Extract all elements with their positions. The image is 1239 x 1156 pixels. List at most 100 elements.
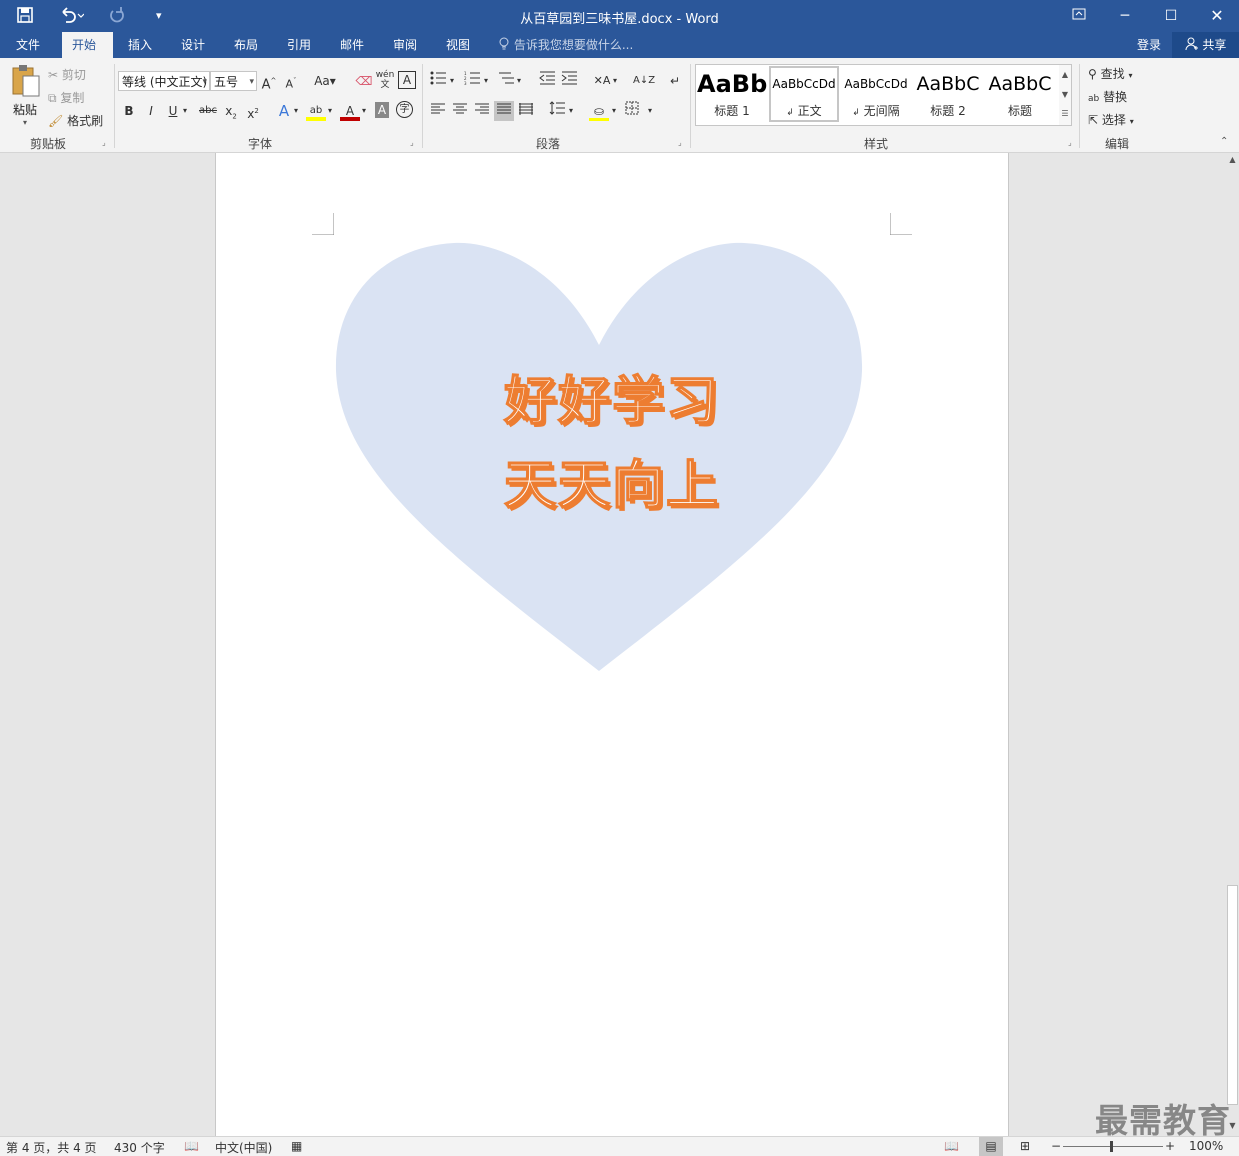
- read-mode-icon[interactable]: 📖: [944, 1139, 959, 1153]
- chevron-down-icon[interactable]: ▼: [1059, 85, 1071, 105]
- enclose-char-icon[interactable]: 字: [396, 101, 413, 118]
- tab-mailings[interactable]: 邮件: [330, 32, 374, 58]
- style-heading-1[interactable]: AaBb 标题 1: [697, 66, 767, 122]
- chevron-down-icon[interactable]: ▾: [325, 101, 335, 121]
- chevron-down-icon[interactable]: ▾: [610, 71, 620, 91]
- change-case-button[interactable]: Aa▾: [310, 71, 340, 91]
- clipboard-launcher-icon[interactable]: ⌟: [102, 138, 106, 147]
- document-page[interactable]: 好好学习 天天向上: [215, 153, 1009, 1136]
- numbering-icon[interactable]: 123: [462, 71, 482, 91]
- superscript-icon[interactable]: x2: [243, 101, 263, 121]
- strikethrough-icon[interactable]: abc: [197, 101, 219, 121]
- font-launcher-icon[interactable]: ⌟: [410, 138, 414, 147]
- grow-font-icon[interactable]: A^: [259, 71, 279, 92]
- style-normal[interactable]: AaBbCcDd ↲ 正文: [769, 66, 839, 122]
- italic-icon[interactable]: I: [141, 101, 161, 121]
- bold-icon[interactable]: B: [119, 101, 139, 121]
- zoom-out-icon[interactable]: −: [1051, 1139, 1061, 1153]
- decrease-indent-icon[interactable]: [537, 71, 557, 91]
- zoom-level[interactable]: 100%: [1189, 1139, 1223, 1153]
- tab-view[interactable]: 视图: [436, 32, 480, 58]
- collapse-ribbon-icon[interactable]: ⌃: [1220, 136, 1228, 147]
- zoom-slider-handle[interactable]: [1110, 1141, 1113, 1152]
- align-left-icon[interactable]: [428, 101, 448, 121]
- phonetic-guide-icon[interactable]: wén 文: [375, 70, 395, 90]
- chevron-down-icon[interactable]: ▾: [645, 101, 655, 121]
- wordart-line-2[interactable]: 天天向上: [216, 443, 1008, 518]
- style-no-spacing[interactable]: AaBbCcDd ↲ 无间隔: [841, 66, 911, 122]
- tab-home[interactable]: 开始: [62, 32, 113, 58]
- styles-launcher-icon[interactable]: ⌟: [1068, 138, 1072, 147]
- style-heading-2[interactable]: AaBbC 标题 2: [913, 66, 983, 122]
- show-marks-icon[interactable]: ↵: [665, 71, 685, 91]
- chevron-up-icon[interactable]: ▲: [1059, 65, 1071, 85]
- tab-insert[interactable]: 插入: [118, 32, 162, 58]
- font-color-icon[interactable]: A: [340, 101, 360, 121]
- styles-gallery-scroll[interactable]: ▲ ▼ ☰: [1059, 64, 1072, 126]
- maximize-icon[interactable]: ☐: [1148, 0, 1194, 32]
- tab-layout[interactable]: 布局: [224, 32, 268, 58]
- chevron-down-icon[interactable]: ▾: [609, 101, 619, 121]
- tab-file[interactable]: 文件: [6, 32, 50, 58]
- chevron-down-icon[interactable]: ▾: [291, 101, 301, 121]
- scrollbar-thumb[interactable]: [1227, 885, 1238, 1105]
- replace-button[interactable]: ab 替换: [1088, 88, 1127, 105]
- zoom-in-icon[interactable]: +: [1165, 1139, 1175, 1153]
- chevron-down-icon[interactable]: ▾: [180, 101, 190, 121]
- zoom-slider[interactable]: [1063, 1146, 1163, 1147]
- chevron-down-icon[interactable]: ▾: [359, 101, 369, 121]
- vertical-scrollbar[interactable]: ▲ ▼: [1226, 153, 1239, 1136]
- language-indicator[interactable]: 中文(中国): [215, 1139, 272, 1156]
- style-title[interactable]: AaBbC 标题: [985, 66, 1055, 122]
- macro-icon[interactable]: ▦: [291, 1139, 302, 1153]
- login-link[interactable]: 登录: [1137, 32, 1161, 58]
- subscript-icon[interactable]: x2: [221, 101, 241, 121]
- web-layout-icon[interactable]: ⊞: [1020, 1139, 1030, 1153]
- sort-icon[interactable]: A↓Z: [633, 71, 655, 91]
- chevron-down-icon[interactable]: ▾: [481, 71, 491, 91]
- copy-button[interactable]: ⧉ 复制: [48, 89, 84, 106]
- find-button[interactable]: ⚲ 查找 ▾: [1088, 65, 1132, 82]
- highlight-icon[interactable]: ab: [306, 101, 326, 121]
- paragraph-launcher-icon[interactable]: ⌟: [678, 138, 682, 147]
- paste-button[interactable]: 粘贴 ▾: [6, 64, 44, 128]
- char-shading-icon[interactable]: A: [375, 102, 389, 118]
- shading-icon[interactable]: ⛀: [589, 101, 609, 121]
- wordart-line-1[interactable]: 好好学习: [216, 359, 1008, 434]
- close-icon[interactable]: ✕: [1194, 0, 1239, 32]
- justify-icon[interactable]: [494, 101, 514, 121]
- char-border-icon[interactable]: A: [398, 71, 416, 89]
- chinese-layout-icon[interactable]: ✕A: [592, 71, 612, 91]
- chevron-down-icon[interactable]: ▾: [447, 71, 457, 91]
- distribute-icon[interactable]: [516, 101, 536, 121]
- tell-me-box[interactable]: 告诉我您想要做什么...: [498, 32, 633, 58]
- scroll-up-icon[interactable]: ▲: [1226, 155, 1239, 164]
- bullets-icon[interactable]: [428, 71, 448, 91]
- font-name-select[interactable]: 等线 (中文正文) ▾: [118, 71, 210, 91]
- chevron-down-icon[interactable]: ▾: [514, 71, 524, 91]
- align-right-icon[interactable]: [472, 101, 492, 121]
- cut-button[interactable]: ✂ 剪切: [48, 66, 86, 83]
- minimize-icon[interactable]: ─: [1102, 0, 1148, 32]
- tab-references[interactable]: 引用: [277, 32, 321, 58]
- proofing-icon[interactable]: 📖: [184, 1139, 199, 1153]
- print-layout-icon[interactable]: ▤: [979, 1137, 1003, 1156]
- format-painter-button[interactable]: 🖌 格式刷: [48, 112, 103, 129]
- multilevel-list-icon[interactable]: [496, 71, 516, 91]
- align-center-icon[interactable]: [450, 101, 470, 121]
- tab-design[interactable]: 设计: [171, 32, 215, 58]
- ribbon-display-icon[interactable]: [1056, 0, 1102, 32]
- share-button[interactable]: 共享: [1172, 32, 1239, 58]
- shrink-font-icon[interactable]: Aˇ: [281, 71, 301, 91]
- borders-icon[interactable]: [622, 101, 642, 121]
- tab-review[interactable]: 审阅: [383, 32, 427, 58]
- word-count[interactable]: 430 个字: [114, 1139, 165, 1156]
- chevron-down-icon[interactable]: ▾: [566, 101, 576, 121]
- more-icon[interactable]: ☰: [1059, 105, 1071, 123]
- font-size-select[interactable]: 五号 ▾: [210, 71, 257, 91]
- clear-format-icon[interactable]: ⌫: [354, 71, 374, 91]
- line-spacing-icon[interactable]: [547, 101, 567, 121]
- page-count[interactable]: 第 4 页，共 4 页: [6, 1139, 97, 1156]
- select-button[interactable]: ⇱ 选择 ▾: [1088, 111, 1134, 128]
- increase-indent-icon[interactable]: [559, 71, 579, 91]
